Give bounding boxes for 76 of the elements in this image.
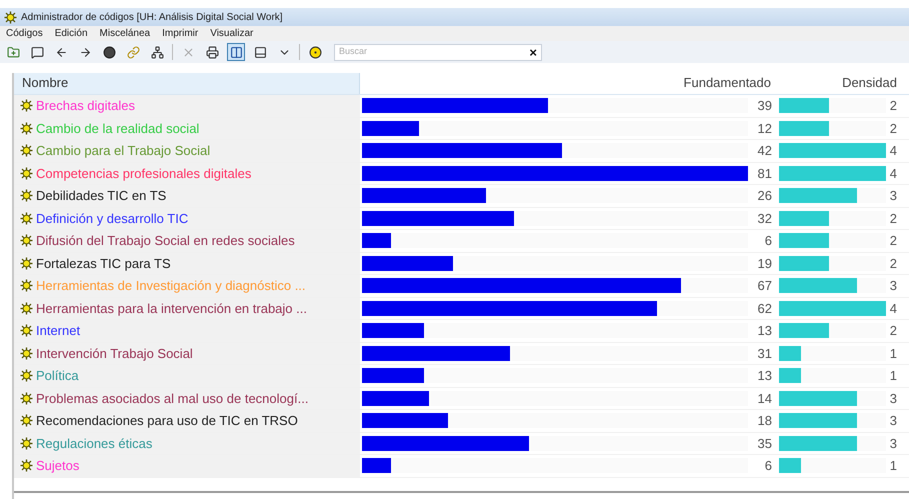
density-count: 4 [888, 300, 898, 318]
tree-icon [150, 46, 164, 58]
code-icon [20, 436, 33, 450]
split-view-icon [230, 46, 242, 58]
link-icon [126, 46, 140, 58]
density-count: 4 [888, 164, 898, 182]
density-count: 4 [888, 142, 898, 160]
density-count: 2 [888, 232, 898, 250]
density-count: 3 [888, 187, 898, 205]
code-icon [20, 324, 33, 338]
grounded-count: 67 [756, 277, 772, 295]
code-icon [20, 346, 33, 360]
code-icon [20, 414, 33, 428]
grounded-count: 32 [756, 210, 772, 228]
density-count: 2 [888, 120, 898, 138]
toolbar-button[interactable] [227, 43, 245, 61]
grounded-count: 31 [756, 344, 772, 362]
code-icon [20, 459, 33, 472]
density-count: 3 [888, 277, 898, 295]
density-count: 3 [888, 434, 898, 452]
grounded-count: 19 [756, 254, 772, 272]
grounded-count: 81 [756, 164, 772, 182]
grounded-count: 18 [756, 412, 772, 430]
code-icon [20, 189, 33, 202]
grounded-count: 39 [756, 97, 772, 115]
grounded-count: 13 [756, 322, 772, 340]
grounded-count: 35 [756, 434, 772, 452]
menu-item[interactable]: Edición [54, 26, 88, 41]
code-icon [20, 144, 33, 158]
window-title: Administrador de códigos [UH: Análisis Digital Social Work] [21, 10, 283, 24]
grounded-count: 6 [764, 232, 772, 250]
grounded-count: 12 [756, 120, 772, 138]
grounded-count: 6 [764, 457, 772, 475]
grounded-count: 14 [756, 390, 772, 408]
code-icon [20, 302, 33, 315]
delete-icon [182, 46, 194, 58]
printer-icon [206, 46, 218, 58]
density-count: 2 [888, 97, 898, 115]
speech-bubble-icon [30, 46, 44, 58]
code-icon [20, 122, 33, 135]
code-icon [20, 392, 33, 405]
column-header[interactable]: Fundamentado [360, 73, 775, 94]
density-count: 1 [888, 367, 898, 385]
code-name[interactable]: Internet [36, 321, 80, 340]
code-icon [20, 212, 33, 225]
new-code-icon [6, 46, 20, 58]
density-count: 2 [888, 322, 898, 340]
clear-button[interactable]: × [529, 46, 537, 58]
code-icon [20, 369, 33, 382]
grounded-count: 62 [756, 300, 772, 318]
code-icon [20, 256, 33, 270]
filter-icon [308, 46, 322, 58]
pane-icon [254, 46, 266, 58]
density-count: 3 [888, 390, 898, 408]
density-count: 3 [888, 412, 898, 430]
search-field[interactable]: Buscar × [334, 44, 542, 60]
grounded-count: 42 [756, 142, 772, 160]
column-header[interactable]: Nombre [14, 73, 360, 94]
grounded-count: 26 [756, 187, 772, 205]
density-count: 2 [888, 254, 898, 272]
code-icon [20, 166, 33, 180]
menu-item[interactable]: Visualizar [210, 26, 254, 41]
menu-item[interactable]: Imprimir [162, 26, 198, 41]
code-icon [20, 99, 33, 112]
right-arrow-icon [78, 46, 92, 58]
menu-item[interactable]: Códigos [6, 26, 43, 41]
column-header[interactable]: Densidad [775, 73, 899, 94]
density-count: 2 [888, 210, 898, 228]
code-icon [20, 279, 33, 292]
menu-item[interactable]: Miscelánea [100, 26, 150, 41]
grounded-count: 13 [756, 367, 772, 385]
left-arrow-icon [54, 46, 68, 58]
code-icon [20, 234, 33, 248]
density-count: 1 [888, 457, 898, 475]
code-icon [4, 10, 17, 24]
density-count: 1 [888, 344, 898, 362]
